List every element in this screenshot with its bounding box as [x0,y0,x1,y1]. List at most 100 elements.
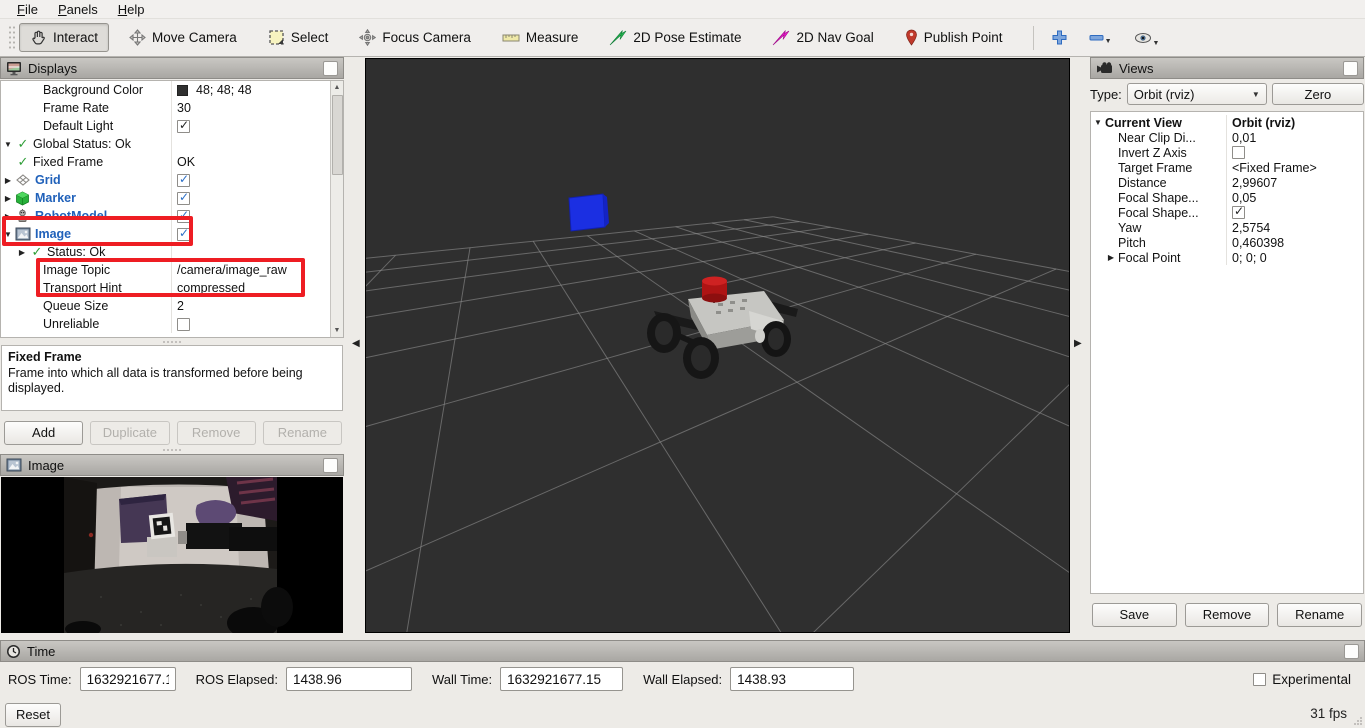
display-row-marker[interactable]: ▶Marker [1,189,330,207]
collapse-left-arrow[interactable]: ◀ [352,338,360,349]
splitter-handle[interactable] [0,447,344,453]
collapse-arrow-icon[interactable]: ▼ [1091,118,1105,127]
nav-goal-tool-label: 2D Nav Goal [796,30,873,45]
image-panel-icon [6,458,22,472]
display-row-robotmodel[interactable]: ▶RobotModel [1,207,330,225]
wall-time-input[interactable] [500,667,623,691]
resize-grip[interactable] [1353,716,1363,726]
panel-float-button[interactable] [1344,644,1359,659]
displays-scrollbar[interactable]: ▲ ▼ [330,81,343,337]
collapse-arrow-icon[interactable]: ▼ [1,140,15,149]
add-tool-button[interactable] [1044,26,1075,49]
display-row-grid[interactable]: ▶Grid [1,171,330,189]
rename-button[interactable]: Rename [1277,603,1362,627]
property-row-transport-hint[interactable]: Transport Hint compressed [1,279,330,297]
row-yaw[interactable]: Yaw 2,5754 [1091,220,1363,235]
wall-elapsed-input[interactable] [730,667,854,691]
property-row-background-color[interactable]: Background Color 48; 48; 48 [1,81,330,99]
row-target-frame[interactable]: Target Frame <Fixed Frame> [1091,160,1363,175]
property-label: Pitch [1118,236,1146,250]
tool-visibility-button[interactable]: ▼ [1126,28,1168,48]
move-camera-tool-button[interactable]: Move Camera [118,23,248,52]
property-value: 0,01 [1232,131,1256,145]
property-row-default-light[interactable]: Default Light [1,117,330,135]
publish-point-tool-button[interactable]: Publish Point [894,23,1014,52]
time-panel-header[interactable]: Time [0,640,1365,662]
panel-float-button[interactable] [323,458,338,473]
blue-cube-marker [569,194,609,231]
row-distance[interactable]: Distance 2,99607 [1091,175,1363,190]
property-row-image-topic[interactable]: Image Topic /camera/image_raw [1,261,330,279]
row-focal-point[interactable]: ▶Focal Point 0; 0; 0 [1091,250,1363,265]
expand-arrow-icon[interactable]: ▶ [1,176,15,185]
grid-enabled-checkbox[interactable] [177,174,190,187]
property-label: Image Topic [43,263,110,277]
menu-help[interactable]: Help [109,1,154,18]
ros-elapsed-input[interactable] [286,667,412,691]
expand-arrow-icon[interactable]: ▶ [1,194,15,203]
color-swatch [177,85,188,96]
displays-panel-header[interactable]: Displays [0,57,344,79]
scrollbar-thumb[interactable] [332,95,343,175]
panel-float-button[interactable] [323,61,338,76]
add-button[interactable]: Add [4,421,83,445]
expand-arrow-icon[interactable]: ▶ [1,212,15,221]
image-panel-header[interactable]: Image [0,454,344,476]
status-ok-icon: ✓ [29,244,45,260]
property-row-frame-rate[interactable]: Frame Rate 30 [1,99,330,117]
save-button[interactable]: Save [1092,603,1177,627]
row-global-status[interactable]: ▼✓Global Status: Ok [1,135,330,153]
remove-tool-button[interactable]: ▼ [1081,30,1120,46]
zero-button[interactable]: Zero [1272,83,1364,105]
panel-float-button[interactable] [1343,61,1358,76]
render-viewport-3d[interactable] [365,58,1070,633]
pose-estimate-tool-button[interactable]: 2D Pose Estimate [598,24,752,52]
row-current-view[interactable]: ▼Current View Orbit (rviz) [1091,115,1363,130]
display-row-image[interactable]: ▼Image [1,225,330,243]
rename-button[interactable]: Rename [263,421,342,445]
measure-tool-button[interactable]: Measure [491,24,590,51]
reset-button[interactable]: Reset [5,703,61,727]
marker-enabled-checkbox[interactable] [177,192,190,205]
scroll-down-arrow[interactable]: ▼ [331,324,343,337]
remove-button[interactable]: Remove [177,421,256,445]
expand-arrow-icon[interactable]: ▶ [15,248,29,257]
nav-goal-tool-button[interactable]: 2D Nav Goal [761,24,884,52]
publish-point-tool-label: Publish Point [924,30,1003,45]
row-focal-shape-fixed[interactable]: Focal Shape... [1091,205,1363,220]
ruler-icon [502,31,520,45]
status-value: OK [177,155,195,169]
row-invert-z[interactable]: Invert Z Axis [1091,145,1363,160]
duplicate-button[interactable]: Duplicate [90,421,169,445]
property-row-queue-size[interactable]: Queue Size 2 [1,297,330,315]
robotmodel-enabled-checkbox[interactable] [177,210,190,223]
experimental-checkbox[interactable] [1253,673,1266,686]
ros-time-input[interactable] [80,667,176,691]
property-value: compressed [177,281,245,295]
row-near-clip[interactable]: Near Clip Di... 0,01 [1091,130,1363,145]
focal-shape-checkbox[interactable] [1232,206,1245,219]
property-label: Distance [1118,176,1167,190]
collapse-arrow-icon[interactable]: ▼ [1,230,15,239]
menu-panels[interactable]: Panels [49,1,107,18]
unreliable-checkbox[interactable] [177,318,190,331]
focus-camera-tool-button[interactable]: Focus Camera [348,23,482,52]
row-fixed-frame-status[interactable]: ✓Fixed Frame OK [1,153,330,171]
menu-file[interactable]: File [8,1,47,18]
select-tool-button[interactable]: Select [257,23,340,52]
property-row-unreliable[interactable]: Unreliable [1,315,330,333]
toolbar-drag-handle[interactable] [8,25,15,51]
row-image-status[interactable]: ▶✓Status: Ok [1,243,330,261]
default-light-checkbox[interactable] [177,120,190,133]
row-focal-shape-size[interactable]: Focal Shape... 0,05 [1091,190,1363,205]
collapse-right-arrow[interactable]: ▶ [1074,338,1082,349]
views-panel-header[interactable]: Views [1090,57,1364,79]
image-enabled-checkbox[interactable] [177,228,190,241]
expand-arrow-icon[interactable]: ▶ [1104,253,1118,262]
invert-z-checkbox[interactable] [1232,146,1245,159]
remove-button[interactable]: Remove [1185,603,1270,627]
row-pitch[interactable]: Pitch 0,460398 [1091,235,1363,250]
view-type-dropdown[interactable]: Orbit (rviz) ▼ [1127,83,1267,105]
scroll-up-arrow[interactable]: ▲ [331,81,343,94]
interact-tool-button[interactable]: Interact [19,23,109,52]
